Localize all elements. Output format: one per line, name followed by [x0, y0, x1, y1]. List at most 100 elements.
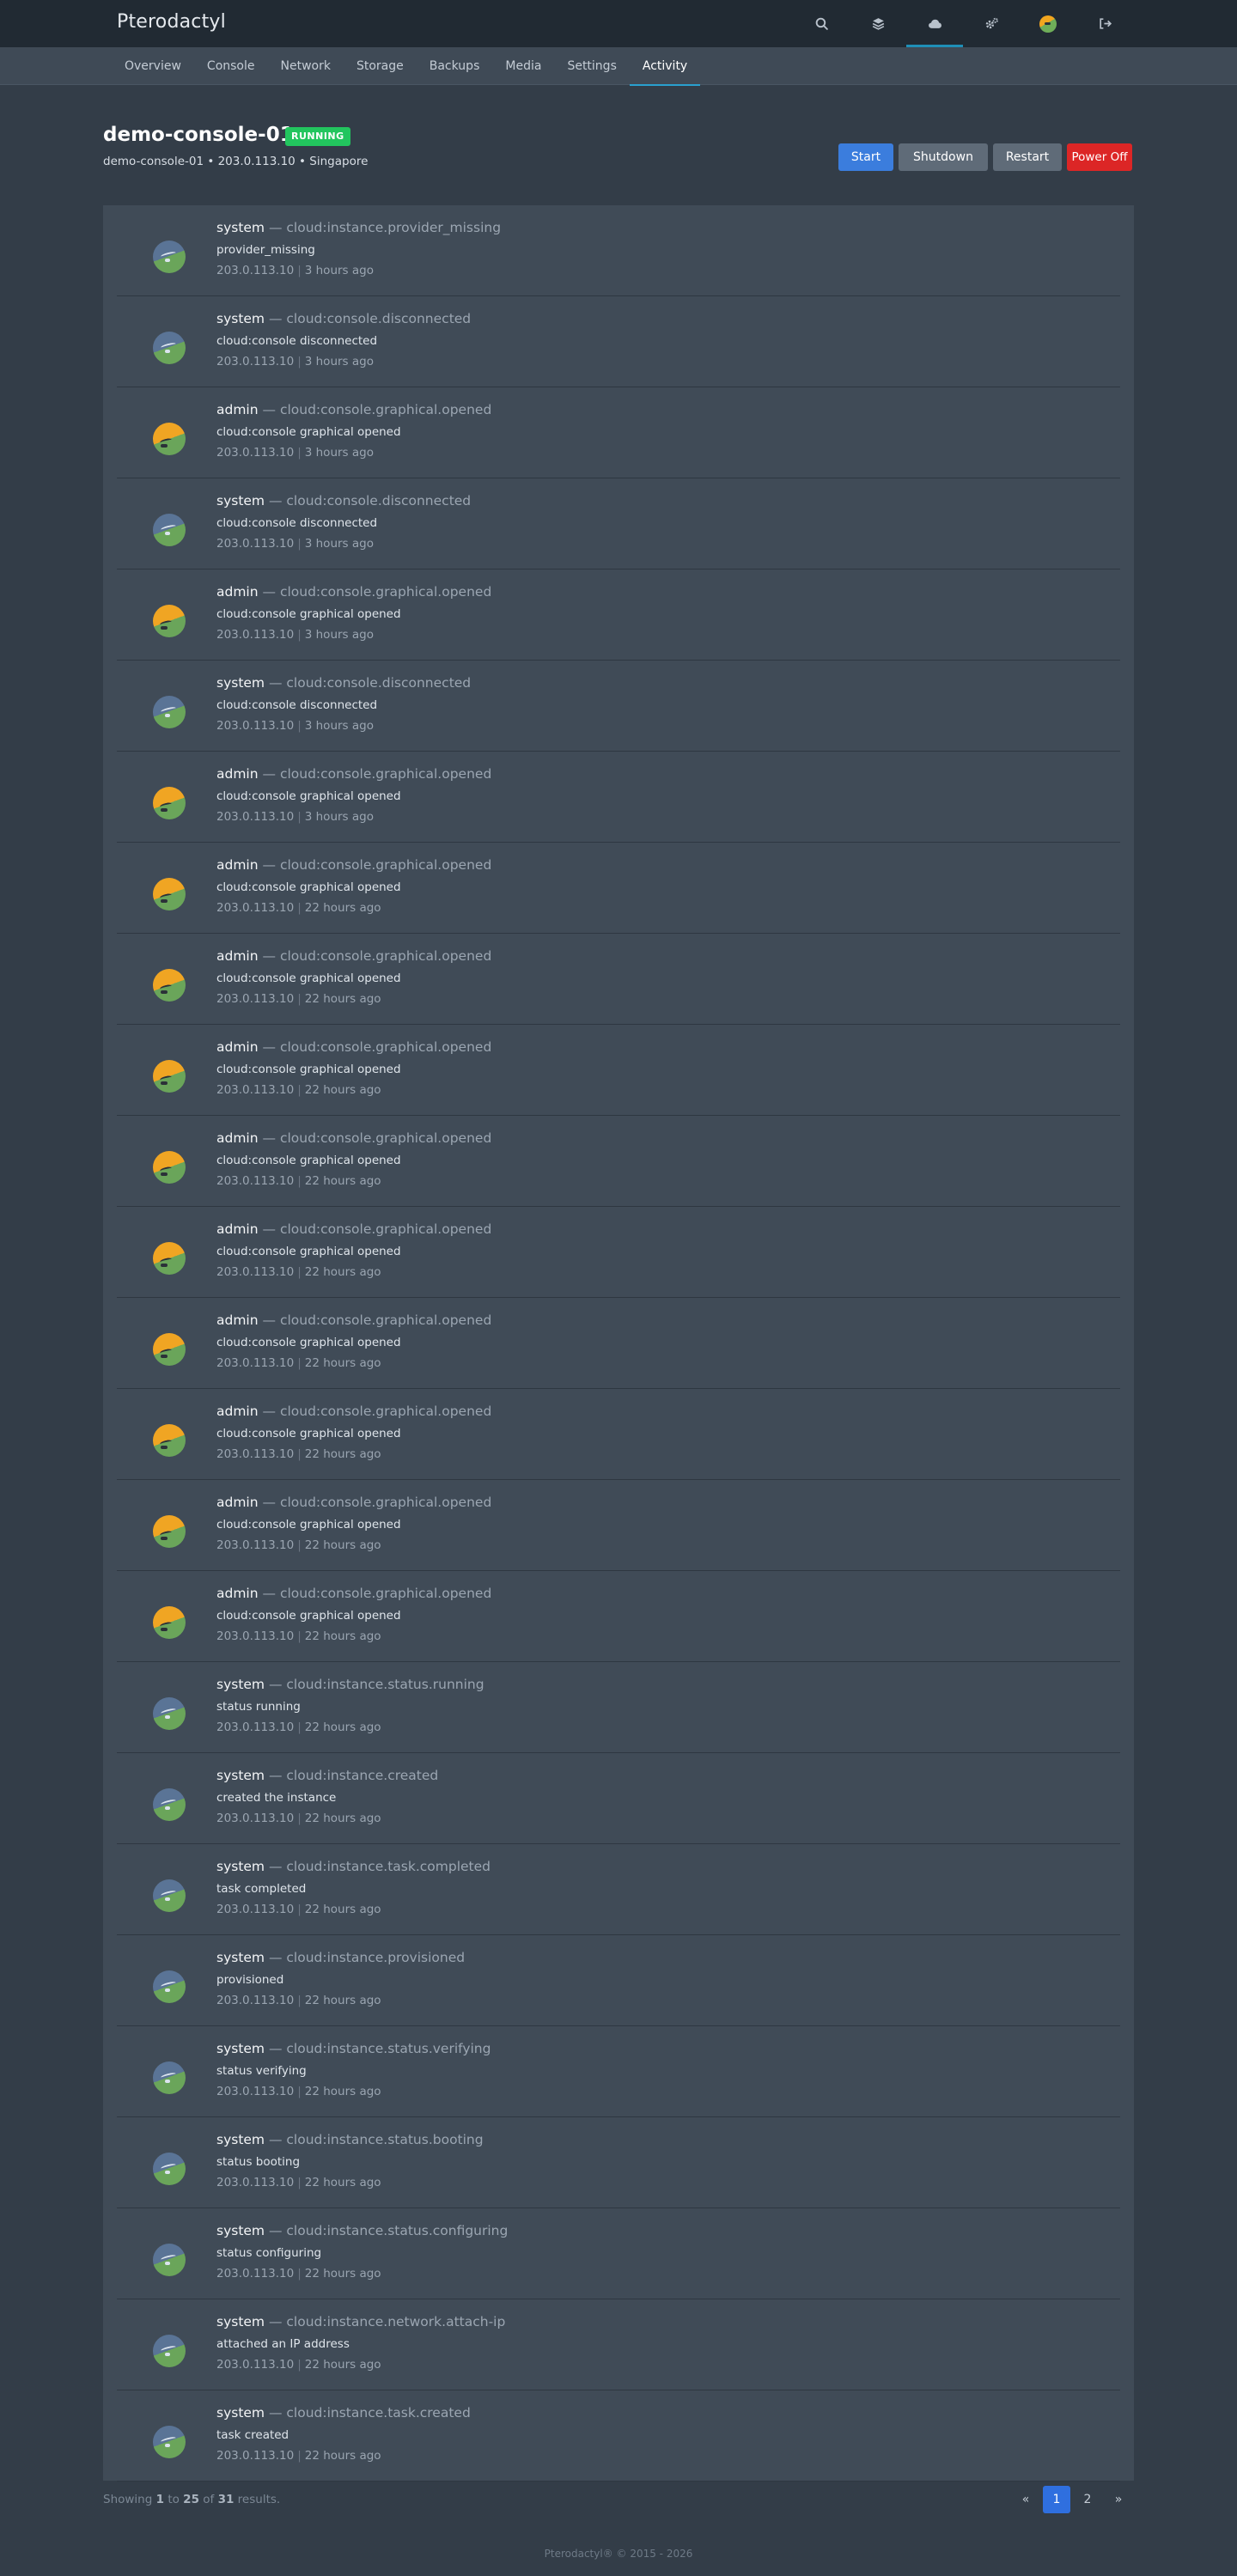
tab-activity[interactable]: Activity [629, 47, 701, 86]
activity-row[interactable]: admin — cloud:console.graphical.opened cl… [117, 1571, 1120, 1662]
activity-row[interactable]: system — cloud:instance.provider_missing… [117, 205, 1120, 296]
activity-ip: 203.0.113.10 [216, 1903, 295, 1916]
start-button[interactable]: Start [838, 143, 893, 171]
activity-row[interactable]: system — cloud:instance.task.created task… [117, 2390, 1120, 2482]
activity-actor: system [216, 2132, 265, 2147]
activity-actor: system [216, 220, 265, 235]
activity-row[interactable]: admin — cloud:console.graphical.opened cl… [117, 1116, 1120, 1207]
activity-event: cloud:instance.task.completed [286, 1859, 491, 1874]
activity-event: cloud:instance.created [286, 1768, 439, 1783]
meta-divider: | [297, 1174, 302, 1188]
activity-separator: — [258, 857, 280, 873]
activity-row[interactable]: admin — cloud:console.graphical.opened cl… [117, 843, 1120, 934]
pagination-prev-button[interactable]: « [1012, 2486, 1039, 2513]
activity-event: cloud:console.graphical.opened [279, 1312, 492, 1328]
activity-time: 22 hours ago [304, 1994, 381, 2007]
activity-title: system — cloud:instance.created [216, 1768, 438, 1783]
meta-divider: | [297, 1994, 302, 2007]
activity-row[interactable]: system — cloud:instance.status.configuri… [117, 2208, 1120, 2299]
cogs-icon[interactable] [963, 0, 1020, 47]
tab-console[interactable]: Console [194, 47, 268, 85]
meta-divider: | [297, 1903, 302, 1916]
activity-ip: 203.0.113.10 [216, 2085, 295, 2098]
logout-icon[interactable] [1076, 0, 1133, 47]
activity-time: 22 hours ago [304, 901, 381, 915]
activity-row[interactable]: system — cloud:console.disconnected cloud… [117, 478, 1120, 569]
activity-separator: — [258, 948, 280, 964]
activity-row[interactable]: admin — cloud:console.graphical.opened cl… [117, 569, 1120, 661]
activity-meta: 203.0.113.10 | 22 hours ago [216, 1629, 381, 1643]
activity-title: admin — cloud:console.graphical.opened [216, 1130, 491, 1146]
activity-actor: admin [216, 1312, 259, 1328]
activity-time: 22 hours ago [304, 1265, 381, 1279]
activity-row[interactable]: admin — cloud:console.graphical.opened cl… [117, 1389, 1120, 1480]
activity-time: 22 hours ago [304, 1538, 381, 1552]
activity-separator: — [265, 2405, 287, 2421]
activity-time: 3 hours ago [304, 810, 374, 824]
activity-description: cloud:console graphical opened [216, 1518, 401, 1532]
activity-event: cloud:console.disconnected [286, 493, 472, 509]
activity-ip: 203.0.113.10 [216, 2176, 295, 2189]
system-avatar-icon [153, 696, 186, 728]
activity-time: 3 hours ago [304, 264, 374, 277]
activity-row[interactable]: system — cloud:console.disconnected cloud… [117, 296, 1120, 387]
activity-time: 3 hours ago [304, 628, 374, 642]
layers-icon[interactable] [850, 0, 906, 47]
activity-meta: 203.0.113.10 | 3 hours ago [216, 446, 374, 460]
activity-row[interactable]: system — cloud:instance.network.attach-i… [117, 2299, 1120, 2390]
meta-divider: | [297, 264, 302, 277]
activity-time: 3 hours ago [304, 719, 374, 733]
activity-row[interactable]: system — cloud:console.disconnected cloud… [117, 661, 1120, 752]
results-suffix: results. [237, 2493, 281, 2506]
meta-divider: | [297, 2358, 302, 2372]
activity-description: cloud:console graphical opened [216, 1245, 401, 1258]
activity-separator: — [258, 1312, 280, 1328]
pagination-page-2[interactable]: 2 [1074, 2486, 1101, 2513]
activity-meta: 203.0.113.10 | 22 hours ago [216, 1265, 381, 1279]
tab-overview[interactable]: Overview [112, 47, 194, 85]
activity-row[interactable]: admin — cloud:console.graphical.opened cl… [117, 1207, 1120, 1298]
activity-row[interactable]: system — cloud:instance.status.booting st… [117, 2117, 1120, 2208]
activity-row[interactable]: system — cloud:instance.status.verifying… [117, 2026, 1120, 2117]
activity-row[interactable]: admin — cloud:console.graphical.opened cl… [117, 752, 1120, 843]
activity-meta: 203.0.113.10 | 22 hours ago [216, 1083, 381, 1097]
cloud-icon[interactable] [906, 0, 963, 47]
brand-logo[interactable]: Pterodactyl [117, 11, 226, 33]
search-icon[interactable] [793, 0, 850, 47]
system-avatar-icon [153, 2335, 186, 2367]
activity-ip: 203.0.113.10 [216, 446, 295, 460]
activity-row[interactable]: system — cloud:instance.task.completed ta… [117, 1844, 1120, 1935]
tab-media[interactable]: Media [492, 47, 554, 85]
activity-description: cloud:console graphical opened [216, 425, 401, 439]
avatar[interactable] [1020, 0, 1076, 47]
admin-avatar-icon [153, 969, 186, 1002]
activity-row[interactable]: system — cloud:instance.created created t… [117, 1753, 1120, 1844]
pagination-page-1[interactable]: 1 [1043, 2486, 1070, 2513]
activity-row[interactable]: admin — cloud:console.graphical.opened cl… [117, 387, 1120, 478]
restart-button[interactable]: Restart [993, 143, 1062, 171]
activity-event: cloud:instance.provisioned [286, 1950, 466, 1965]
tab-settings[interactable]: Settings [554, 47, 629, 85]
activity-time: 22 hours ago [304, 2358, 381, 2372]
activity-row[interactable]: system — cloud:instance.provisioned provi… [117, 1935, 1120, 2026]
activity-row[interactable]: admin — cloud:console.graphical.opened cl… [117, 934, 1120, 1025]
power-off-button[interactable]: Power Off [1067, 143, 1132, 171]
shutdown-button[interactable]: Shutdown [899, 143, 988, 171]
tab-network[interactable]: Network [268, 47, 344, 85]
activity-row[interactable]: admin — cloud:console.graphical.opened cl… [117, 1025, 1120, 1116]
activity-row[interactable]: admin — cloud:console.graphical.opened cl… [117, 1480, 1120, 1571]
activity-event: cloud:console.graphical.opened [279, 1495, 492, 1510]
activity-event: cloud:console.graphical.opened [279, 1404, 492, 1419]
activity-meta: 203.0.113.10 | 22 hours ago [216, 992, 381, 1006]
activity-separator: — [258, 1221, 280, 1237]
activity-title: admin — cloud:console.graphical.opened [216, 1586, 491, 1601]
meta-divider: | [297, 1356, 302, 1370]
activity-row[interactable]: system — cloud:instance.status.running st… [117, 1662, 1120, 1753]
activity-row[interactable]: admin — cloud:console.graphical.opened cl… [117, 1298, 1120, 1389]
activity-meta: 203.0.113.10 | 22 hours ago [216, 1903, 381, 1916]
activity-meta: 203.0.113.10 | 22 hours ago [216, 1356, 381, 1370]
meta-divider: | [297, 537, 302, 551]
pagination-next-button[interactable]: » [1105, 2486, 1132, 2513]
tab-backups[interactable]: Backups [417, 47, 493, 85]
tab-storage[interactable]: Storage [344, 47, 417, 85]
